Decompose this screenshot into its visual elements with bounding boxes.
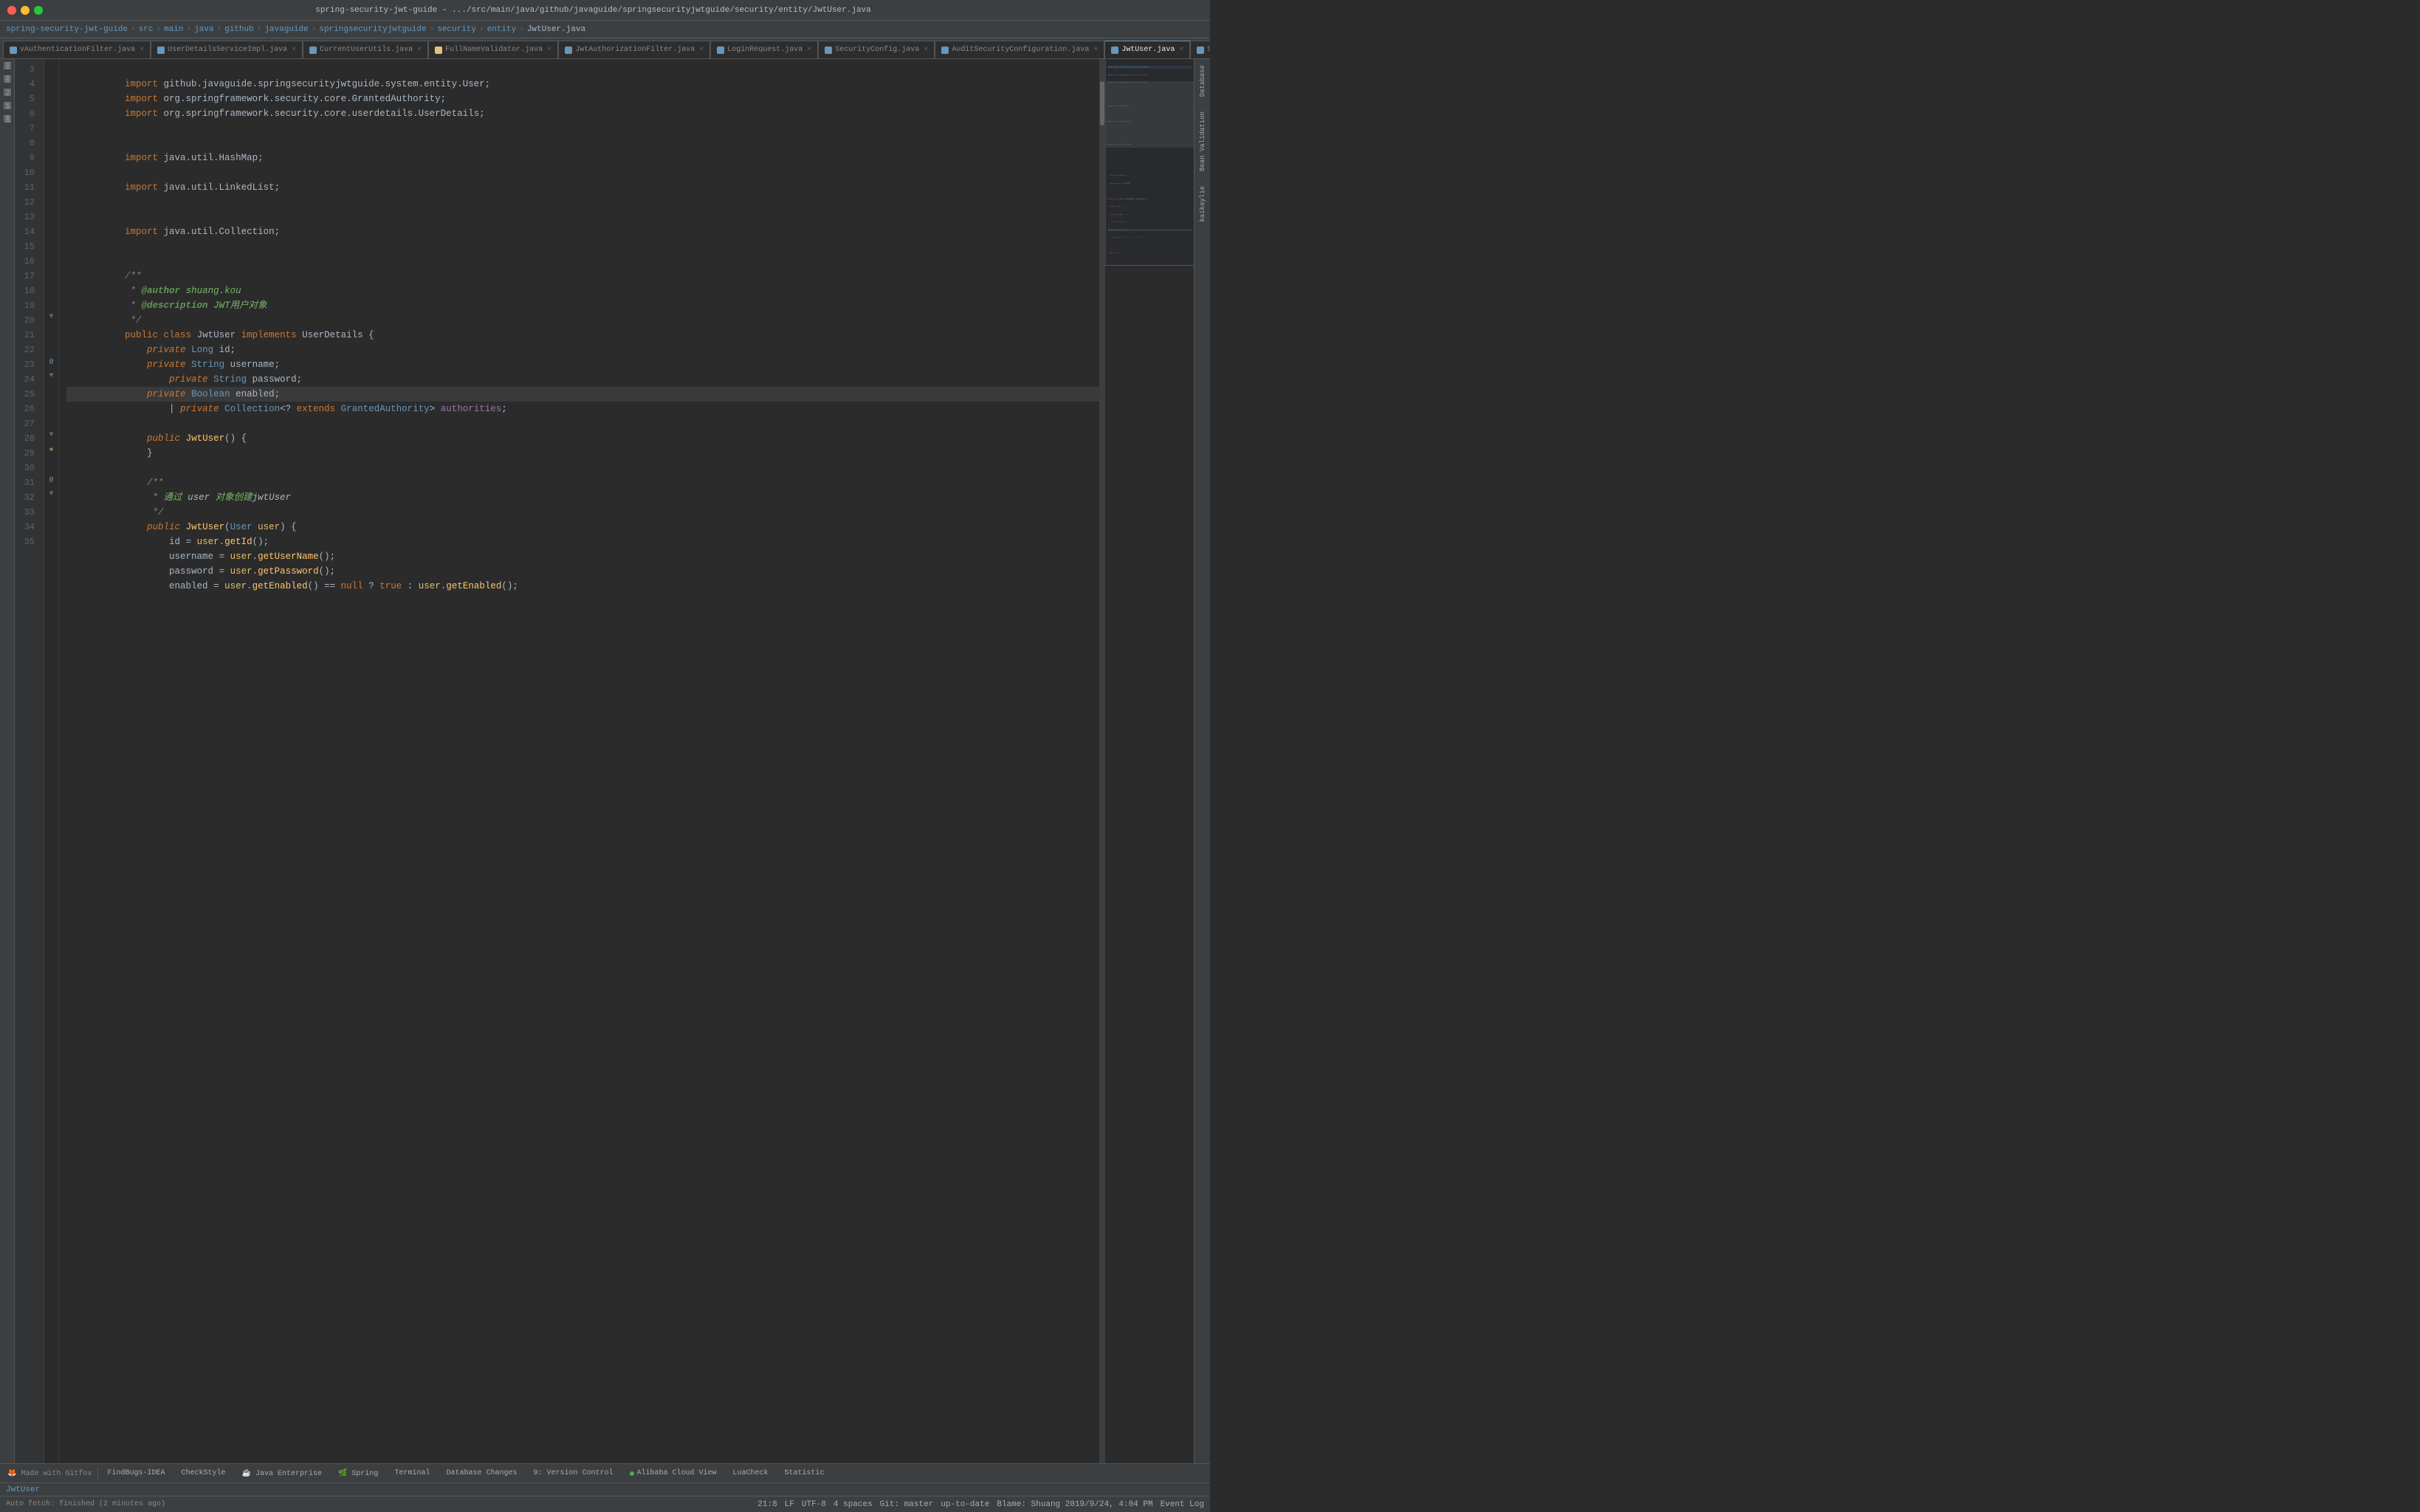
bottom-tab-database-changes[interactable]: Database Changes — [439, 1465, 524, 1482]
bottom-tab-luacheck[interactable]: LuaCheck — [726, 1465, 776, 1482]
bottom-tab-statistic[interactable]: Statistic — [777, 1465, 832, 1482]
learn-icon[interactable]: Learn — [4, 75, 11, 83]
bottom-tab-findbugs[interactable]: FindBugs-IDEA — [100, 1465, 172, 1482]
code-line-17: * @author shuang.kou — [66, 269, 1099, 284]
close-button[interactable] — [7, 6, 16, 15]
code-line-3: import github.javaguide.springsecurityjw… — [66, 62, 1099, 77]
minimize-button[interactable] — [21, 6, 30, 15]
left-plugin-bar: Alibaba Cloud Project Learn Z: Structure… — [0, 59, 15, 1463]
main-layout: Alibaba Cloud Project Learn Z: Structure… — [0, 59, 1210, 1463]
window-title: spring-security-jwt-guide – .../src/main… — [43, 6, 1144, 15]
tab-jwtUser[interactable]: JwtUser.java × — [1104, 41, 1190, 58]
code-line-31: * 通过 user 对象创建jwtUser — [66, 475, 1099, 490]
bottom-tab-version-control[interactable]: 9: Version Control — [526, 1465, 620, 1482]
status-blame: Blame: Shuang 2019/9/24, 4:04 PM — [997, 1500, 1152, 1509]
code-line-27: public JwtUser() { — [66, 416, 1099, 431]
breadcrumb-bar: spring-security-jwt-guide › src › main ›… — [0, 21, 1210, 38]
bottom-tab-alibaba[interactable]: Alibaba Cloud View — [622, 1465, 724, 1482]
bottom-tab-checkstyle[interactable]: CheckStyle — [173, 1465, 233, 1482]
code-content[interactable]: import github.javaguide.springsecurityjw… — [59, 59, 1099, 1463]
status-up-to-date: up-to-date — [941, 1500, 989, 1509]
tab-userDetailsServiceImpl[interactable]: UserDetailsServiceImpl.java × — [151, 41, 303, 58]
code-line-29 — [66, 446, 1099, 461]
tab-vAuthFilter[interactable]: vAuthenticationFilter.java × — [3, 41, 151, 58]
made-with-gitfox[interactable]: 🦊 Made with Gitfox — [3, 1469, 96, 1478]
tab-securityConstants[interactable]: SecurityConstants.java × — [1190, 41, 1210, 58]
bottom-tab-spring[interactable]: 🌿 Spring — [331, 1465, 385, 1482]
tab-jwtAuthFilter[interactable]: JwtAuthorizationFilter.java × — [558, 41, 710, 58]
vertical-scrollbar[interactable] — [1099, 59, 1105, 1463]
status-git[interactable]: Git: master — [880, 1500, 934, 1509]
code-line-7 — [66, 121, 1099, 136]
code-line-15 — [66, 239, 1099, 254]
tab-loginRequest[interactable]: LoginRequest.java × — [710, 41, 818, 58]
status-line-col[interactable]: 21:8 — [757, 1500, 777, 1509]
tab-auditSecurity[interactable]: AuditSecurityConfiguration.java × — [935, 41, 1104, 58]
auto-fetch-status: Auto fetch: finished (2 minutes ago) — [6, 1500, 165, 1508]
window-controls[interactable] — [7, 6, 43, 15]
code-line-13: import java.util.Collection; — [66, 210, 1099, 224]
minimap[interactable]: import github.javaguide.springsecurityjw… — [1105, 59, 1194, 266]
fold-gutter: ▼ @ ▼ ▼ ★ @ ▼ — [44, 59, 59, 1463]
bean-validation-tab[interactable]: Bean Validation — [1199, 109, 1206, 174]
maximize-button[interactable] — [34, 6, 43, 15]
bottom-tab-java-enterprise[interactable]: ☕ Java Enterprise — [235, 1465, 329, 1482]
tab-bar: vAuthenticationFilter.java × UserDetails… — [0, 38, 1210, 59]
tab-currentUserUtils[interactable]: CurrentUserUtils.java × — [303, 41, 428, 58]
code-line-8: import java.util.HashMap; — [66, 136, 1099, 151]
code-line-30: /** — [66, 461, 1099, 475]
bottom-tab-terminal[interactable]: Terminal — [387, 1465, 437, 1482]
code-line-33: public JwtUser(User user) { — [66, 505, 1099, 520]
code-line-10: import java.util.LinkedList; — [66, 165, 1099, 180]
code-line-16: /** — [66, 254, 1099, 269]
structure-icon[interactable]: Z: Structure — [4, 89, 11, 96]
status-event-log[interactable]: Event Log — [1161, 1500, 1204, 1509]
tab-fullNameValidator[interactable]: FullNameValidator.java × — [428, 41, 558, 58]
status-bar: Auto fetch: finished (2 minutes ago) 21:… — [0, 1496, 1210, 1512]
alibaba-cloud-icon[interactable]: Alibaba Cloud Project — [4, 62, 11, 69]
status-encoding[interactable]: UTF-8 — [802, 1500, 826, 1509]
favorites-icon[interactable]: Z: Favorites — [4, 102, 11, 109]
class-name-label: JwtUser — [6, 1485, 40, 1494]
bottom-tabs-bar: 🦊 Made with Gitfox FindBugs-IDEA CheckSt… — [0, 1463, 1210, 1482]
tab-securityConfig[interactable]: SecurityConfig.java × — [818, 41, 935, 58]
line-numbers: 34567 89101112 1314151617 1819202122 232… — [15, 59, 44, 1463]
code-line-20: public class JwtUser implements UserDeta… — [66, 313, 1099, 328]
status-indent[interactable]: 4 spaces — [833, 1500, 873, 1509]
class-name-indicator: JwtUser — [0, 1482, 1210, 1496]
database-tab[interactable]: Database — [1199, 62, 1206, 100]
kaikaylie-tab[interactable]: kaikaylie — [1199, 183, 1206, 225]
breadcrumb-root[interactable]: spring-security-jwt-guide — [6, 25, 128, 34]
title-bar: spring-security-jwt-guide – .../src/main… — [0, 0, 1210, 21]
right-sidebar: Database Bean Validation kaikaylie — [1194, 59, 1210, 1463]
code-line-12 — [66, 195, 1099, 210]
status-lf: LF — [785, 1500, 794, 1509]
editor-area[interactable]: 34567 89101112 1314151617 1819202122 232… — [15, 59, 1194, 1463]
web-icon[interactable]: Web — [4, 115, 11, 123]
